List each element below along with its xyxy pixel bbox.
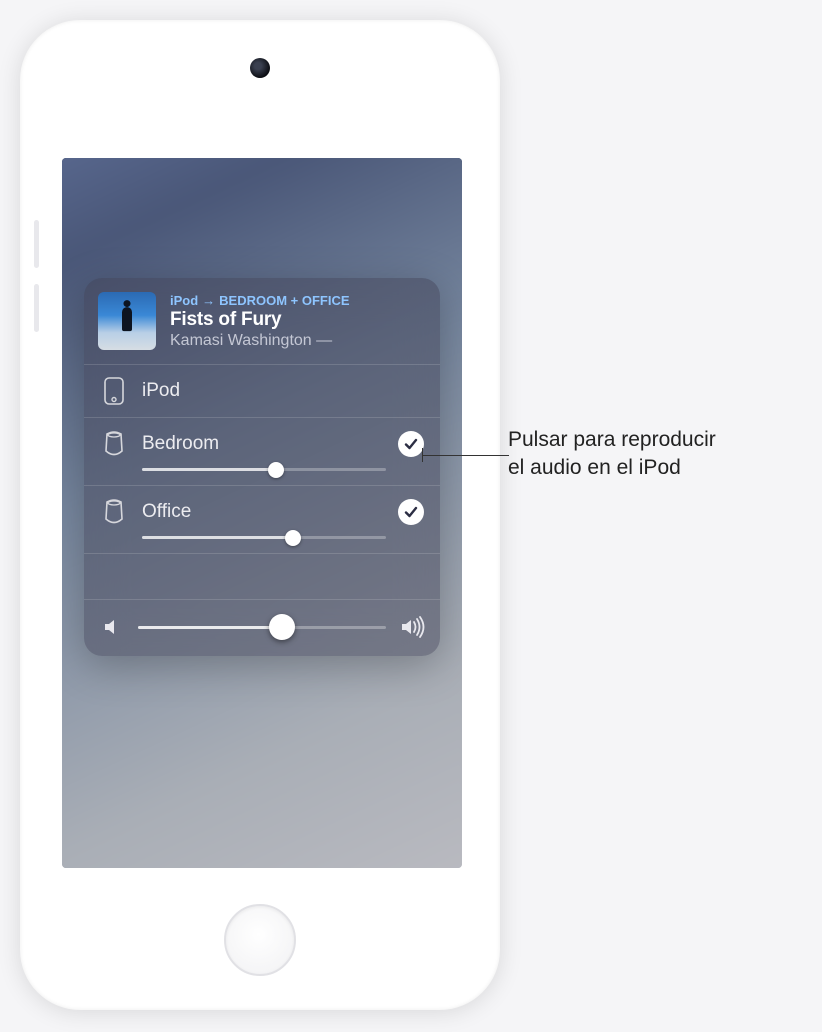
volume-low-icon: [102, 616, 124, 638]
slider-fill: [142, 468, 276, 471]
track-title: Fists of Fury: [170, 309, 426, 331]
device-row-bedroom[interactable]: Bedroom: [84, 418, 440, 486]
master-volume-row: [84, 600, 440, 656]
volume-up-hardware: [34, 220, 39, 268]
callout-line1: Pulsar para reproducir: [508, 428, 716, 451]
device-label: iPod: [142, 380, 424, 402]
checkmark-selected-icon: [398, 431, 424, 457]
checkmark-selected-icon: [398, 499, 424, 525]
volume-high-icon: [400, 616, 422, 638]
slider-thumb[interactable]: [269, 614, 295, 640]
slider-fill: [138, 626, 282, 629]
homepod-icon: [100, 498, 128, 526]
device-label: Bedroom: [142, 433, 384, 455]
slider-thumb[interactable]: [285, 530, 301, 546]
master-volume-slider[interactable]: [138, 626, 386, 629]
slider-fill: [142, 536, 293, 539]
audio-route-label: iPod → BEDROOM + OFFICE: [170, 293, 426, 308]
now-playing-header[interactable]: iPod → BEDROOM + OFFICE Fists of Fury Ka…: [84, 278, 440, 365]
ipod-touch-device: iPod → BEDROOM + OFFICE Fists of Fury Ka…: [20, 20, 500, 1010]
callout-text: Pulsar para reproducir el audio en el iP…: [508, 426, 716, 481]
callout-line2: el audio en el iPod: [508, 456, 681, 479]
slider-thumb[interactable]: [268, 462, 284, 478]
album-art: [98, 292, 156, 350]
callout-leader-line: [423, 455, 509, 456]
home-button[interactable]: [224, 904, 296, 976]
device-row-office[interactable]: Office: [84, 486, 440, 554]
homepod-icon: [100, 430, 128, 458]
route-to: BEDROOM + OFFICE: [219, 293, 349, 308]
device-label: Office: [142, 501, 384, 523]
arrow-right-icon: →: [202, 293, 215, 308]
screen: iPod → BEDROOM + OFFICE Fists of Fury Ka…: [62, 158, 462, 868]
ipod-icon: [100, 377, 128, 405]
track-artist: Kamasi Washington —: [170, 332, 426, 350]
device-row-ipod[interactable]: iPod: [84, 365, 440, 418]
airplay-device-list: iPod Bedroom: [84, 365, 440, 600]
empty-device-row: [84, 554, 440, 600]
front-camera: [250, 58, 270, 78]
route-from: iPod: [170, 293, 198, 308]
volume-down-hardware: [34, 284, 39, 332]
device-volume-slider-office[interactable]: [142, 536, 386, 539]
airplay-panel: iPod → BEDROOM + OFFICE Fists of Fury Ka…: [84, 278, 440, 656]
device-volume-slider-bedroom[interactable]: [142, 468, 386, 471]
